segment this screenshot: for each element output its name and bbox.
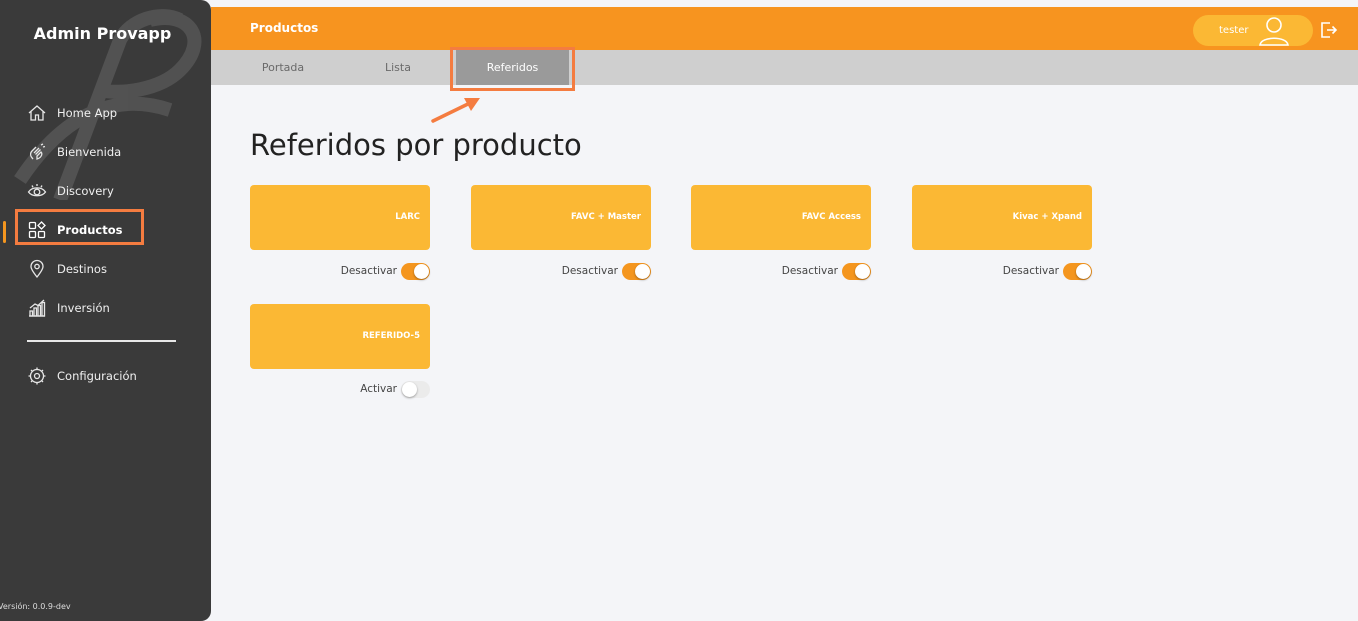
card-label: REFERIDO-5 xyxy=(362,331,420,341)
grid-shapes-icon xyxy=(28,221,46,239)
sidebar-item-destinos[interactable]: Destinos xyxy=(27,257,107,281)
toggle-label: Desactivar xyxy=(561,265,618,277)
sidebar-item-label: Productos xyxy=(57,223,123,237)
annotation-arrow-icon xyxy=(431,98,480,123)
user-avatar-icon xyxy=(1259,17,1289,46)
sidebar-item-bienvenida[interactable]: Bienvenida xyxy=(27,140,121,164)
toggle-label: Desactivar xyxy=(781,265,838,277)
gear-icon xyxy=(28,367,46,385)
sidebar-item-label: Home App xyxy=(57,106,118,120)
card-toggle-row: Desactivar xyxy=(912,261,1092,281)
toggle-switch[interactable] xyxy=(401,262,430,280)
sidebar-item-label: Bienvenida xyxy=(57,145,122,159)
sidebar: Admin Provapp Home App Bienvenida Discov… xyxy=(0,0,211,621)
card-label: Kivac + Xpand xyxy=(1012,212,1082,222)
sidebar-item-inversion[interactable]: Inversión xyxy=(27,296,110,320)
toggle-label: Desactivar xyxy=(1002,265,1059,277)
tab-lista[interactable]: Lista xyxy=(346,50,450,85)
logout-icon[interactable] xyxy=(1318,20,1338,40)
toggle-knob xyxy=(1076,263,1091,279)
user-menu-button[interactable]: tester xyxy=(1193,15,1313,46)
eye-icon xyxy=(27,184,47,197)
wave-hand-icon xyxy=(29,143,46,160)
user-name: tester xyxy=(1219,25,1249,36)
tab-bar: Portada Lista Referidos xyxy=(211,50,1358,85)
card-toggle-row: Desactivar xyxy=(250,261,430,281)
toggle-switch[interactable] xyxy=(622,262,651,280)
card-label: LARC xyxy=(395,212,420,222)
product-card-favc-access[interactable]: FAVC Access xyxy=(691,185,871,250)
toggle-knob xyxy=(635,263,650,279)
product-card-favc-master[interactable]: FAVC + Master xyxy=(471,185,651,250)
sidebar-item-label: Destinos xyxy=(57,262,107,276)
toggle-switch[interactable] xyxy=(401,380,430,398)
toggle-knob xyxy=(855,263,870,279)
page-title-header: Productos xyxy=(250,21,319,35)
tab-portada[interactable]: Portada xyxy=(231,50,335,85)
card-label: FAVC Access xyxy=(801,212,861,222)
card-toggle-row: Desactivar xyxy=(471,261,651,281)
map-pin-icon xyxy=(30,259,44,279)
card-toggle-row: Activar xyxy=(250,379,430,399)
version-label: Versión: 0.0.9-dev xyxy=(0,602,71,611)
product-card-referido-5[interactable]: REFERIDO-5 xyxy=(250,304,430,369)
bar-chart-icon xyxy=(29,299,46,317)
sidebar-divider xyxy=(27,340,176,342)
sidebar-item-productos[interactable]: Productos xyxy=(27,218,122,242)
toggle-knob xyxy=(402,381,417,397)
toggle-switch[interactable] xyxy=(1063,262,1092,280)
toggle-switch[interactable] xyxy=(842,262,871,280)
brand-title: Admin Provapp xyxy=(33,24,172,43)
product-card-larc[interactable]: LARC xyxy=(250,185,430,250)
section-title: Referidos por producto xyxy=(250,128,582,162)
sidebar-item-configuracion[interactable]: Configuración xyxy=(27,364,137,388)
toggle-label: Activar xyxy=(360,383,397,395)
active-indicator xyxy=(3,221,6,243)
sidebar-item-label: Configuración xyxy=(57,369,137,383)
card-label: FAVC + Master xyxy=(571,212,641,222)
toggle-label: Desactivar xyxy=(340,265,397,277)
toggle-knob xyxy=(414,263,429,279)
highlight-box-referidos xyxy=(450,47,575,91)
product-card-kivac-xpand[interactable]: Kivac + Xpand xyxy=(912,185,1092,250)
sidebar-item-label: Inversión xyxy=(57,301,110,315)
home-icon xyxy=(28,105,46,121)
sidebar-item-discovery[interactable]: Discovery xyxy=(27,179,114,203)
card-toggle-row: Desactivar xyxy=(691,261,871,281)
sidebar-item-home-app[interactable]: Home App xyxy=(27,101,117,125)
top-header: Productos tester xyxy=(211,7,1358,50)
sidebar-item-label: Discovery xyxy=(57,184,114,198)
